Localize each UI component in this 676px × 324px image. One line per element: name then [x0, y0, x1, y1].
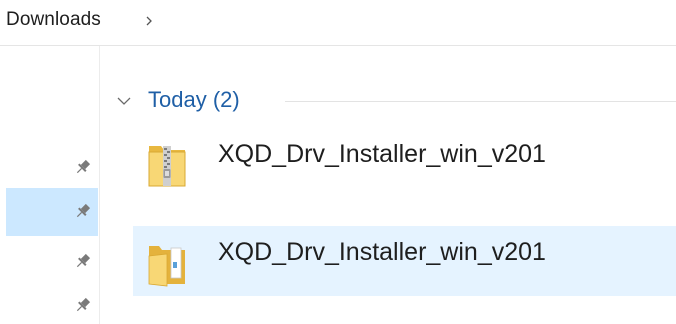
- navigation-pane: [0, 46, 100, 324]
- folder-icon: [148, 246, 185, 287]
- file-row[interactable]: XQD_Drv_Installer_win_v201: [133, 128, 676, 198]
- chevron-right-icon[interactable]: [144, 14, 154, 28]
- pin-icon[interactable]: [74, 252, 92, 270]
- file-row-selected[interactable]: XQD_Drv_Installer_win_v201: [133, 226, 676, 296]
- quick-access-item[interactable]: [6, 238, 98, 286]
- group-divider: [285, 101, 676, 102]
- file-name[interactable]: XQD_Drv_Installer_win_v201: [218, 238, 546, 267]
- group-title: Today (2): [148, 87, 240, 112]
- breadcrumb-item-downloads[interactable]: Downloads: [6, 9, 101, 31]
- zip-folder-icon: [148, 146, 186, 187]
- quick-access-item[interactable]: [6, 144, 98, 192]
- pin-icon[interactable]: [74, 202, 92, 220]
- group-header-today[interactable]: Today (2): [116, 86, 676, 116]
- address-breadcrumb: Downloads: [0, 0, 676, 46]
- quick-access-item[interactable]: [6, 282, 98, 324]
- quick-access-item-selected[interactable]: [6, 188, 98, 236]
- pin-icon[interactable]: [74, 296, 92, 314]
- pin-icon[interactable]: [74, 158, 92, 176]
- file-name[interactable]: XQD_Drv_Installer_win_v201: [218, 140, 546, 169]
- file-explorer-window: Downloads Today (2) XQD_Drv_Installer_wi…: [0, 0, 676, 324]
- chevron-down-icon[interactable]: [116, 93, 132, 109]
